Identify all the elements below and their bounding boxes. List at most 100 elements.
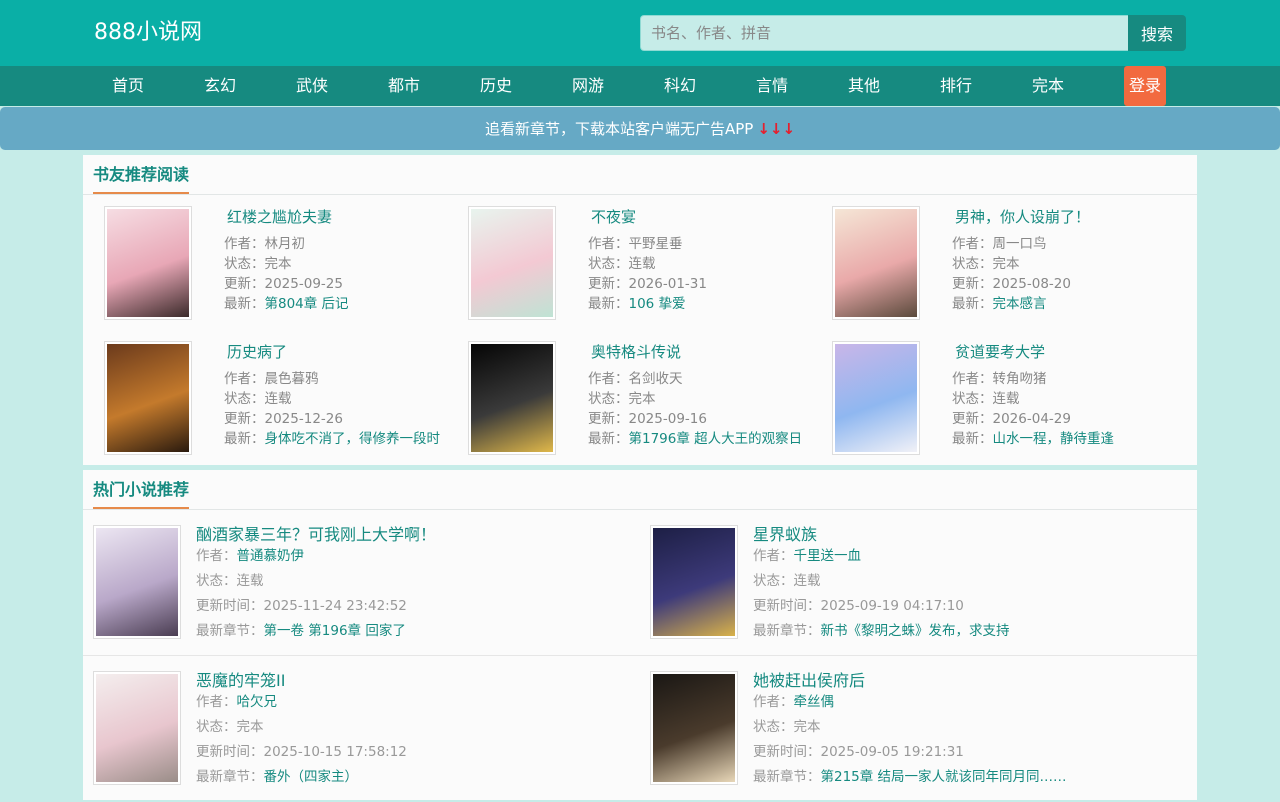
book-cover[interactable] <box>832 341 920 455</box>
latest-chapter-link[interactable]: 新书《黎明之蛛》发布，求支持 <box>821 623 1010 639</box>
updated-label: 更新： <box>224 411 265 427</box>
book-cover[interactable] <box>104 341 192 455</box>
book-updated: 2025-08-20 <box>992 276 1071 292</box>
nav-item-home[interactable]: 首页 <box>82 66 174 106</box>
author-label: 作者： <box>224 371 265 387</box>
cover-image <box>96 528 178 636</box>
book-updated: 2025-11-24 23:42:52 <box>263 598 407 614</box>
search-button[interactable]: 搜索 <box>1128 15 1186 51</box>
latest-chapter-link[interactable]: 番外（四家主） <box>264 769 359 785</box>
latest-chapter-label: 最新章节： <box>196 623 264 639</box>
search-bar: 搜索 <box>640 15 1186 51</box>
book-author[interactable]: 牵丝偶 <box>794 694 835 710</box>
latest-label: 最新： <box>952 431 993 447</box>
author-label: 作者： <box>196 694 237 710</box>
section-title: 书友推荐阅读 <box>93 164 190 194</box>
latest-label: 最新： <box>224 296 265 312</box>
updated-label: 更新： <box>224 276 265 292</box>
book-status: 连载 <box>793 573 821 589</box>
book-title[interactable]: 男神，你人设崩了！ <box>955 206 1090 227</box>
nav-item-lishi[interactable]: 历史 <box>450 66 542 106</box>
latest-chapter-link[interactable]: 第804章 后记 <box>265 296 349 312</box>
book-updated: 2025-12-26 <box>264 411 343 427</box>
book-title[interactable]: 红楼之尴尬夫妻 <box>227 206 332 227</box>
recommend-book: 贫道要考大学 作者：转角吻猪 状态：连载 更新：2026-04-29 最新：山水… <box>811 330 1171 455</box>
latest-chapter-link[interactable]: 106 挚爱 <box>629 296 686 312</box>
book-author[interactable]: 普通慕奶伊 <box>237 548 305 564</box>
book-author: 转角吻猪 <box>992 371 1047 387</box>
nav-item-dushi[interactable]: 都市 <box>358 66 450 106</box>
nav-item-wangyou[interactable]: 网游 <box>542 66 634 106</box>
book-cover[interactable] <box>93 671 181 785</box>
book-status: 连载 <box>628 256 656 272</box>
book-updated: 2025-09-05 19:21:31 <box>820 744 964 760</box>
latest-label: 最新： <box>224 431 265 447</box>
book-cover[interactable] <box>104 206 192 320</box>
author-label: 作者： <box>952 236 993 252</box>
book-cover[interactable] <box>93 525 181 639</box>
latest-chapter-link[interactable]: 第一卷 第196章 回家了 <box>264 623 406 639</box>
nav-item-yanqing[interactable]: 言情 <box>726 66 818 106</box>
app-download-banner[interactable]: 追看新章节，下载本站客户端无广告APP ↓↓↓ <box>0 107 1280 150</box>
nav-item-qita[interactable]: 其他 <box>818 66 910 106</box>
latest-chapter-label: 最新章节： <box>753 769 821 785</box>
status-label: 状态： <box>753 573 794 589</box>
latest-chapter-link[interactable]: 山水一程，静待重逢 <box>993 431 1115 447</box>
latest-chapter-link[interactable]: 身体吃不消了，得修养一段时 <box>265 431 441 447</box>
login-button[interactable]: 登录 <box>1124 66 1166 106</box>
cover-image <box>653 528 735 636</box>
author-label: 作者： <box>224 236 265 252</box>
book-updated: 2026-04-29 <box>992 411 1071 427</box>
author-label: 作者： <box>952 371 993 387</box>
book-cover[interactable] <box>468 341 556 455</box>
latest-chapter-link[interactable]: 第215章 结局一家人就该同年同月同…… <box>821 769 1067 785</box>
update-time-label: 更新时间： <box>753 744 821 760</box>
cover-image <box>107 209 189 317</box>
book-title[interactable]: 奥特格斗传说 <box>591 341 681 362</box>
search-input[interactable] <box>640 15 1128 51</box>
updated-label: 更新： <box>952 276 993 292</box>
recommend-book: 男神，你人设崩了！ 作者：周一口鸟 状态：完本 更新：2025-08-20 最新… <box>811 195 1171 320</box>
book-author[interactable]: 哈欠兄 <box>237 694 278 710</box>
recommend-book: 红楼之尴尬夫妻 作者：林月初 状态：完本 更新：2025-09-25 最新：第8… <box>83 195 443 320</box>
header-bar: 888小说网 搜索 <box>0 0 1280 66</box>
book-cover[interactable] <box>650 671 738 785</box>
hot-book: 酗酒家暴三年？可我刚上大学啊！ 作者：普通慕奶伊 状态：连载 更新时间：2025… <box>83 510 640 656</box>
book-author: 名剑收天 <box>628 371 683 387</box>
latest-chapter-link[interactable]: 完本感言 <box>993 296 1047 312</box>
book-cover[interactable] <box>832 206 920 320</box>
status-label: 状态： <box>224 391 265 407</box>
cover-image <box>107 344 189 452</box>
hot-header: 热门小说推荐 <box>83 470 1197 510</box>
book-cover[interactable] <box>650 525 738 639</box>
updated-label: 更新： <box>588 276 629 292</box>
author-label: 作者： <box>753 694 794 710</box>
nav-item-paihang[interactable]: 排行 <box>910 66 1002 106</box>
nav-item-kehuan[interactable]: 科幻 <box>634 66 726 106</box>
book-title[interactable]: 历史病了 <box>227 341 287 362</box>
book-title[interactable]: 星界蚁族 <box>753 521 817 545</box>
book-updated: 2025-09-19 04:17:10 <box>820 598 964 614</box>
book-status: 完本 <box>264 256 292 272</box>
author-label: 作者： <box>196 548 237 564</box>
recommend-book: 奥特格斗传说 作者：名剑收天 状态：完本 更新：2025-09-16 最新：第1… <box>447 330 807 455</box>
nav-item-wanben[interactable]: 完本 <box>1002 66 1094 106</box>
book-title[interactable]: 她被赶出侯府后 <box>753 667 865 691</box>
nav-item-wuxia[interactable]: 武侠 <box>266 66 358 106</box>
book-updated: 2026-01-31 <box>628 276 707 292</box>
latest-chapter-link[interactable]: 第1796章 超人大王的观察日 <box>629 431 803 447</box>
book-updated: 2025-09-16 <box>628 411 707 427</box>
book-cover[interactable] <box>468 206 556 320</box>
book-title[interactable]: 酗酒家暴三年？可我刚上大学啊！ <box>196 521 436 545</box>
status-label: 状态： <box>952 391 993 407</box>
book-author[interactable]: 千里送一血 <box>794 548 862 564</box>
site-logo[interactable]: 888小说网 <box>94 19 202 47</box>
book-status: 连载 <box>264 391 292 407</box>
banner-text: 追看新章节，下载本站客户端无广告APP <box>484 120 754 138</box>
book-title[interactable]: 恶魔的牢笼II <box>196 667 285 691</box>
hot-book: 恶魔的牢笼II 作者：哈欠兄 状态：完本 更新时间：2025-10-15 17:… <box>83 656 640 802</box>
book-status: 完本 <box>793 719 821 735</box>
book-title[interactable]: 不夜宴 <box>591 206 636 227</box>
book-title[interactable]: 贫道要考大学 <box>955 341 1045 362</box>
nav-item-xuanhuan[interactable]: 玄幻 <box>174 66 266 106</box>
